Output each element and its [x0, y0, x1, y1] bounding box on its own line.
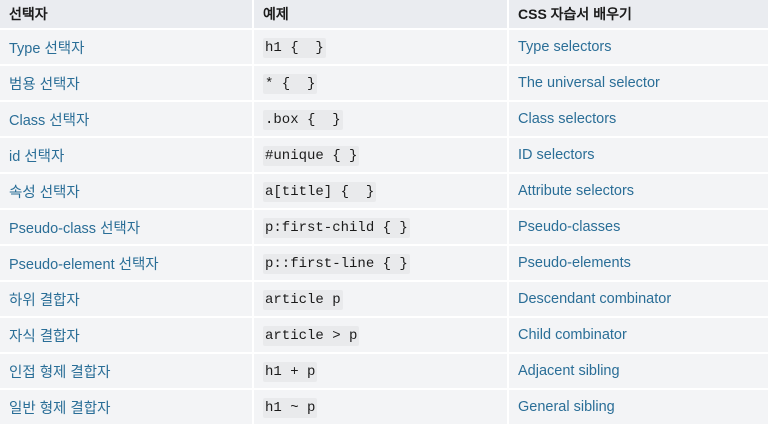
table-row: 하위 결합자 article p Descendant combinator: [0, 282, 768, 316]
learn-cell: Pseudo-elements: [509, 246, 768, 280]
selector-cell: Class 선택자: [0, 102, 252, 136]
selector-link[interactable]: Pseudo-class 선택자: [9, 221, 140, 237]
table-row: 일반 형제 결합자 h1 ~ p General sibling: [0, 390, 768, 424]
tutorial-link[interactable]: Pseudo-elements: [518, 255, 631, 271]
selector-cell: 속성 선택자: [0, 174, 252, 208]
example-code: #unique { }: [263, 145, 360, 166]
selector-link[interactable]: id 선택자: [9, 149, 64, 165]
learn-cell: Class selectors: [509, 102, 768, 136]
example-cell: #unique { }: [254, 138, 507, 172]
selector-link[interactable]: Class 선택자: [9, 113, 89, 129]
example-code: article p: [263, 289, 343, 310]
example-code: .box { }: [263, 109, 343, 130]
example-cell: article p: [254, 282, 507, 316]
selector-cell: 하위 결합자: [0, 282, 252, 316]
learn-cell: Child combinator: [509, 318, 768, 352]
tutorial-link[interactable]: Adjacent sibling: [518, 363, 620, 379]
selector-link[interactable]: 범용 선택자: [9, 77, 80, 93]
header-example: 예제: [254, 0, 507, 28]
table-row: Type 선택자 h1 { } Type selectors: [0, 30, 768, 64]
learn-cell: Pseudo-classes: [509, 210, 768, 244]
table-row: Class 선택자 .box { } Class selectors: [0, 102, 768, 136]
table-row: Pseudo-class 선택자 p:first-child { } Pseud…: [0, 210, 768, 244]
example-cell: * { }: [254, 66, 507, 100]
example-code: a[title] { }: [263, 181, 377, 202]
selector-link[interactable]: 인접 형제 결합자: [9, 365, 110, 381]
example-code: p:first-child { }: [263, 217, 410, 238]
selector-cell: 범용 선택자: [0, 66, 252, 100]
learn-cell: ID selectors: [509, 138, 768, 172]
example-code: * { }: [263, 73, 318, 94]
example-cell: h1 ~ p: [254, 390, 507, 424]
table-row: 속성 선택자 a[title] { } Attribute selectors: [0, 174, 768, 208]
tutorial-link[interactable]: Attribute selectors: [518, 183, 634, 199]
example-code: h1 { }: [263, 37, 326, 58]
tutorial-link[interactable]: The universal selector: [518, 75, 660, 91]
selector-cell: Pseudo-class 선택자: [0, 210, 252, 244]
learn-cell: The universal selector: [509, 66, 768, 100]
example-code: p::first-line { }: [263, 253, 410, 274]
learn-cell: Adjacent sibling: [509, 354, 768, 388]
selector-cell: 자식 결합자: [0, 318, 252, 352]
header-selector: 선택자: [0, 0, 252, 28]
table-row: id 선택자 #unique { } ID selectors: [0, 138, 768, 172]
learn-cell: Type selectors: [509, 30, 768, 64]
learn-cell: Descendant combinator: [509, 282, 768, 316]
table-row: 자식 결합자 article > p Child combinator: [0, 318, 768, 352]
example-cell: a[title] { }: [254, 174, 507, 208]
selector-cell: id 선택자: [0, 138, 252, 172]
header-learn-css: CSS 자습서 배우기: [509, 0, 768, 28]
selector-link[interactable]: 자식 결합자: [9, 329, 80, 345]
table-row: 범용 선택자 * { } The universal selector: [0, 66, 768, 100]
example-cell: h1 { }: [254, 30, 507, 64]
tutorial-link[interactable]: ID selectors: [518, 147, 595, 163]
tutorial-link[interactable]: Descendant combinator: [518, 291, 671, 307]
example-code: h1 + p: [263, 361, 318, 382]
tutorial-link[interactable]: Child combinator: [518, 327, 627, 343]
tutorial-link[interactable]: Type selectors: [518, 39, 612, 55]
selector-cell: Type 선택자: [0, 30, 252, 64]
selector-link[interactable]: Pseudo-element 선택자: [9, 257, 159, 273]
selector-cell: 일반 형제 결합자: [0, 390, 252, 424]
learn-cell: Attribute selectors: [509, 174, 768, 208]
example-code: h1 ~ p: [263, 397, 318, 418]
table-row: Pseudo-element 선택자 p::first-line { } Pse…: [0, 246, 768, 280]
selector-link[interactable]: 일반 형제 결합자: [9, 401, 110, 417]
tutorial-link[interactable]: Class selectors: [518, 111, 616, 127]
table-row: 인접 형제 결합자 h1 + p Adjacent sibling: [0, 354, 768, 388]
example-cell: p::first-line { }: [254, 246, 507, 280]
table-header-row: 선택자 예제 CSS 자습서 배우기: [0, 0, 768, 28]
example-cell: .box { }: [254, 102, 507, 136]
selector-link[interactable]: Type 선택자: [9, 41, 84, 57]
selector-link[interactable]: 속성 선택자: [9, 185, 80, 201]
selector-reference-table: 선택자 예제 CSS 자습서 배우기 Type 선택자 h1 { } Type …: [0, 0, 768, 426]
example-cell: article > p: [254, 318, 507, 352]
example-cell: p:first-child { }: [254, 210, 507, 244]
example-cell: h1 + p: [254, 354, 507, 388]
learn-cell: General sibling: [509, 390, 768, 424]
example-code: article > p: [263, 325, 360, 346]
tutorial-link[interactable]: Pseudo-classes: [518, 219, 620, 235]
selector-link[interactable]: 하위 결합자: [9, 293, 80, 309]
selector-cell: 인접 형제 결합자: [0, 354, 252, 388]
selector-cell: Pseudo-element 선택자: [0, 246, 252, 280]
tutorial-link[interactable]: General sibling: [518, 399, 615, 415]
